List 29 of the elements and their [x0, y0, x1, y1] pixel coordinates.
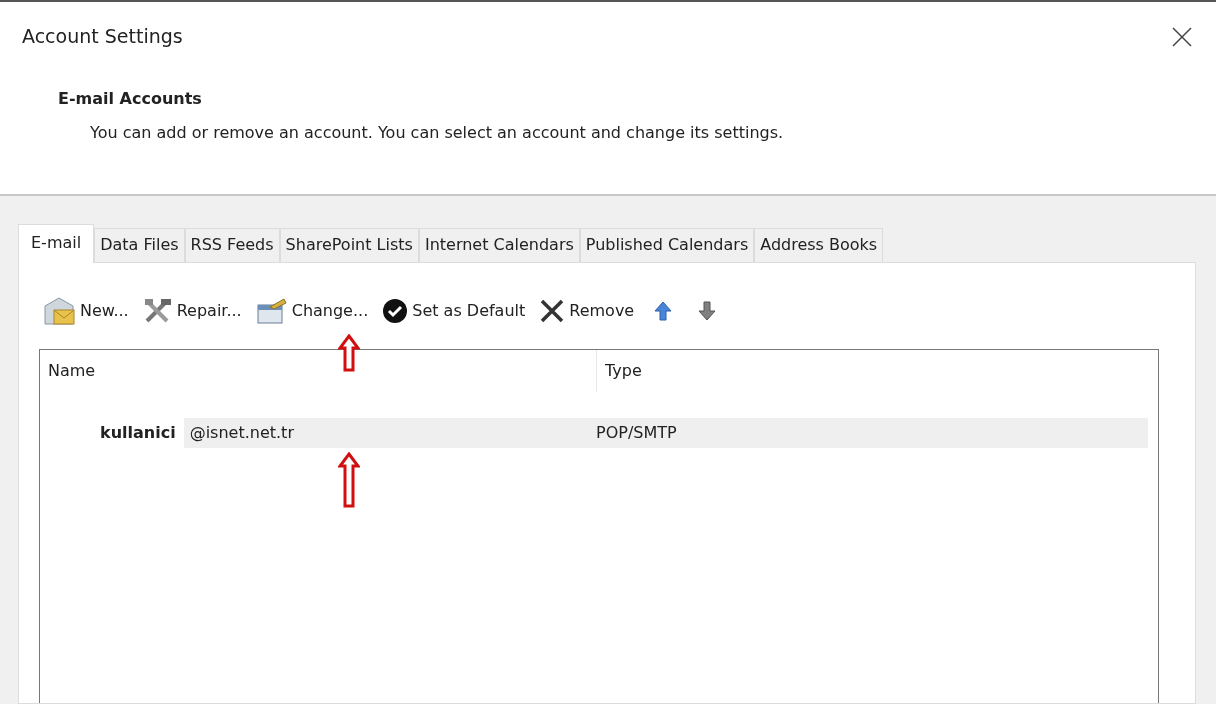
annotation-arrow: [338, 334, 360, 372]
section-heading: E-mail Accounts: [58, 87, 203, 110]
change-button[interactable]: Change...: [252, 297, 372, 325]
checkmark-icon: [382, 298, 409, 324]
annotation-arrow: [338, 452, 360, 508]
tools-icon: [142, 297, 173, 325]
tab[interactable]: Data Files: [94, 228, 185, 262]
account-row[interactable]: kullanici @isnet.net.tr POP/SMTP: [68, 418, 1148, 448]
tab[interactable]: RSS Feeds: [184, 228, 280, 262]
tab[interactable]: E-mail: [18, 224, 95, 263]
repair-button[interactable]: Repair...: [139, 297, 245, 325]
window-title: Account Settings: [22, 24, 183, 49]
tab[interactable]: Internet Calendars: [418, 228, 580, 262]
tab[interactable]: Published Calendars: [579, 228, 755, 262]
tab[interactable]: SharePoint Lists: [279, 228, 419, 262]
description-text: You can add or remove an account. You can select an account and change its settings.: [90, 121, 785, 144]
account-username: kullanici: [68, 418, 184, 448]
account-type: POP/SMTP: [596, 422, 677, 444]
new-button[interactable]: New...: [39, 296, 132, 326]
close-button[interactable]: [1170, 24, 1194, 49]
tab[interactable]: Address Books: [754, 228, 884, 262]
remove-button[interactable]: Remove: [536, 298, 638, 324]
x-icon: [539, 298, 566, 324]
column-header[interactable]: Name: [40, 350, 596, 392]
window-edit-icon: [255, 297, 288, 325]
account-domain: @isnet.net.tr: [188, 422, 294, 444]
default-button[interactable]: Set as Default: [379, 298, 529, 324]
column-header[interactable]: Type: [596, 350, 1148, 392]
envelope-icon: [42, 296, 76, 326]
